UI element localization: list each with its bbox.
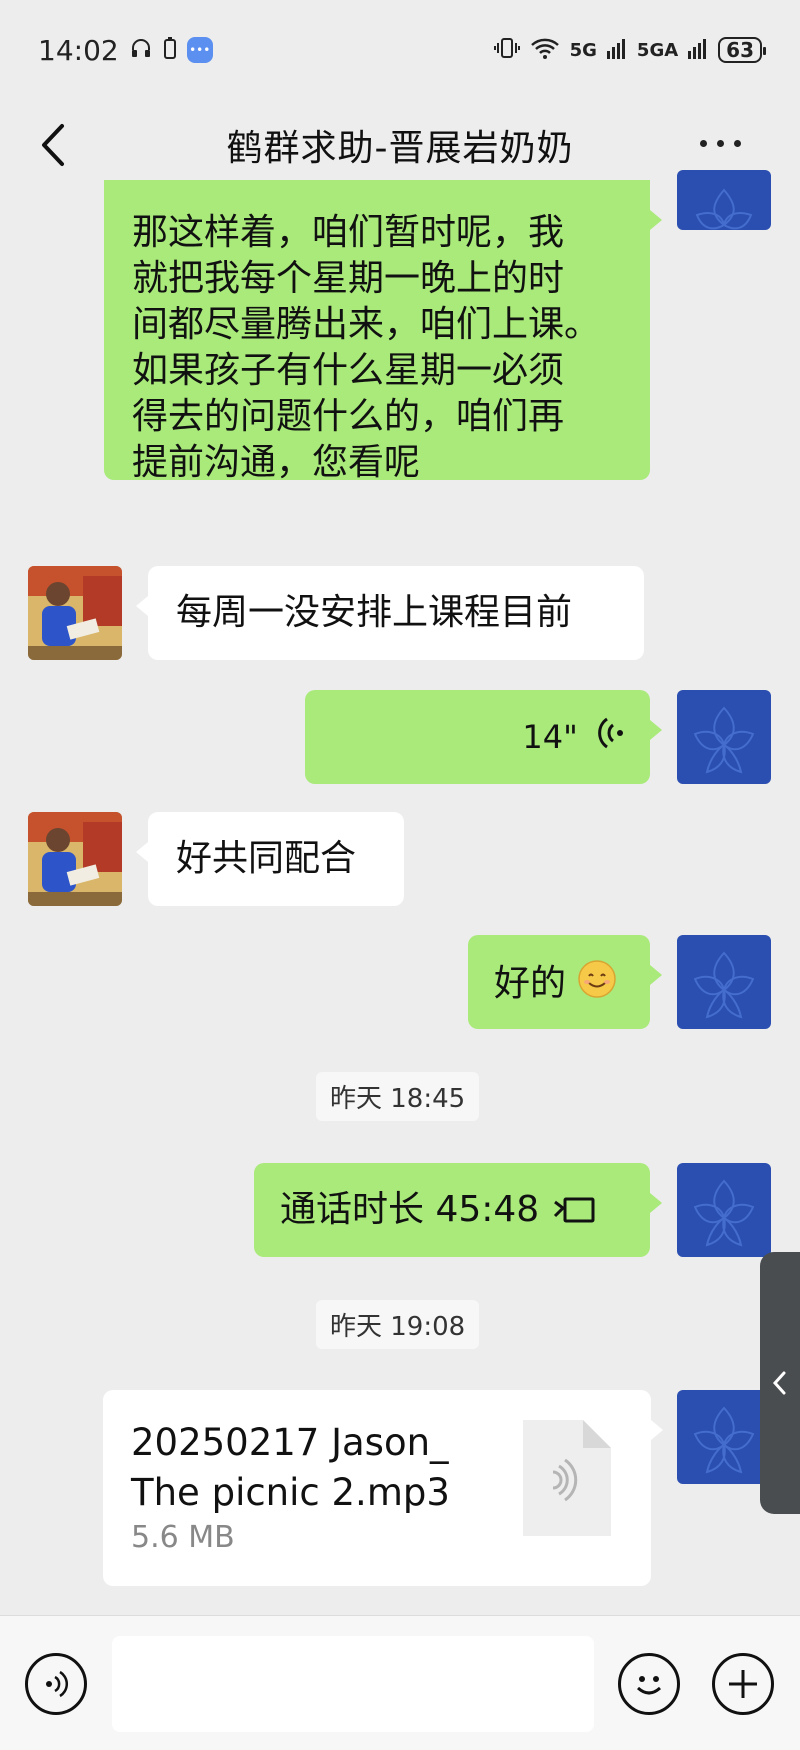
plus-button[interactable] [712, 1653, 774, 1715]
my-avatar[interactable] [677, 935, 771, 1029]
flower-logo-icon [693, 951, 755, 1019]
message-line: 得去的问题什么的，咱们再 [132, 396, 565, 437]
voice-wave-icon [598, 716, 626, 762]
file-name-line1: 20250217 Jason_ [131, 1421, 449, 1464]
incoming-message-bubble[interactable]: 好共同配合 [136, 812, 404, 906]
my-avatar[interactable] [677, 690, 771, 784]
back-button[interactable] [34, 120, 74, 170]
wifi-icon [530, 36, 560, 65]
more-dots-icon [700, 139, 707, 147]
status-bar: 14:02 ••• 5G 5GA 63 [0, 0, 800, 100]
smile-emoji-icon [577, 959, 617, 1011]
message-line: 提前沟通，您看呢 [132, 442, 421, 483]
file-name: 20250217 Jason_ The picnic 2.mp3 [131, 1418, 450, 1518]
status-time: 14:02 [38, 33, 119, 67]
message-text: 好共同配合 [176, 838, 357, 879]
message-text: 好的 [494, 963, 567, 1004]
side-panel-handle[interactable] [760, 1252, 800, 1514]
audio-file-icon [523, 1420, 611, 1540]
voice-input-icon [46, 1670, 69, 1698]
message-line: 那这样着，咱们暂时呢，我 [132, 212, 565, 253]
call-record-bubble[interactable]: 通话时长 45:48 [254, 1163, 662, 1257]
chevron-left-icon [772, 1371, 786, 1395]
incoming-message-bubble[interactable]: 每周一没安排上课程目前 [136, 566, 644, 660]
message-text: 每周一没安排上课程目前 [176, 592, 573, 633]
timestamp: 昨天 19:08 [316, 1300, 480, 1349]
outgoing-message-bubble[interactable]: 那这样着，咱们暂时呢，我 就把我每个星期一晚上的时 间都尽量腾出来，咱们上课。 … [104, 180, 662, 483]
battery-indicator: 63 [718, 37, 766, 63]
vibrate-icon [493, 35, 520, 66]
chat-title: 鹤群求助-晋展岩奶奶 [226, 128, 574, 169]
my-avatar[interactable] [677, 170, 771, 230]
flower-logo-icon [693, 1406, 755, 1474]
outgoing-message-bubble[interactable]: 好的 [468, 935, 662, 1029]
file-size: 5.6 MB [131, 1520, 235, 1555]
voice-input-button[interactable] [25, 1653, 87, 1715]
signal-icon-2 [688, 37, 708, 64]
battery-small-icon [163, 34, 177, 67]
timestamp: 昨天 18:45 [316, 1072, 480, 1121]
emoji-button[interactable] [618, 1653, 680, 1715]
contact-avatar[interactable] [28, 566, 122, 660]
child-reading-photo [28, 566, 122, 660]
file-message-card[interactable]: 20250217 Jason_ The picnic 2.mp3 5.6 MB [103, 1390, 663, 1586]
flower-logo-icon [695, 188, 753, 230]
plus-icon [729, 1670, 757, 1698]
my-avatar[interactable] [677, 1390, 771, 1484]
video-call-icon [553, 1196, 597, 1224]
network-5ga-label: 5GA [636, 39, 679, 61]
signal-icon [606, 37, 627, 64]
file-name-line2: The picnic 2.mp3 [131, 1471, 450, 1514]
chevron-left-icon [42, 124, 64, 166]
my-avatar[interactable] [677, 1163, 771, 1257]
voice-message-bubble[interactable]: 14" [305, 690, 662, 784]
input-bar [0, 1615, 800, 1750]
voice-duration: 14" [522, 718, 578, 756]
message-line: 就把我每个星期一晚上的时 [132, 258, 565, 299]
network-5g-label: 5G [569, 39, 597, 61]
chat-area[interactable]: 那这样着，咱们暂时呢，我 就把我每个星期一晚上的时 间都尽量腾出来，咱们上课。 … [0, 170, 800, 1615]
message-input[interactable] [112, 1636, 594, 1732]
more-button[interactable] [700, 128, 760, 158]
message-line: 如果孩子有什么星期一必须 [132, 350, 565, 391]
message-notification-icon: ••• [186, 37, 213, 63]
flower-logo-icon [693, 1179, 755, 1247]
flower-logo-icon [693, 706, 755, 774]
call-duration-text: 通话时长 45:48 [280, 1189, 540, 1230]
message-line: 间都尽量腾出来，咱们上课。 [132, 304, 601, 345]
child-reading-photo [28, 812, 122, 906]
contact-avatar[interactable] [28, 812, 122, 906]
emoji-icon [636, 1676, 662, 1695]
headphones-icon [129, 34, 153, 67]
